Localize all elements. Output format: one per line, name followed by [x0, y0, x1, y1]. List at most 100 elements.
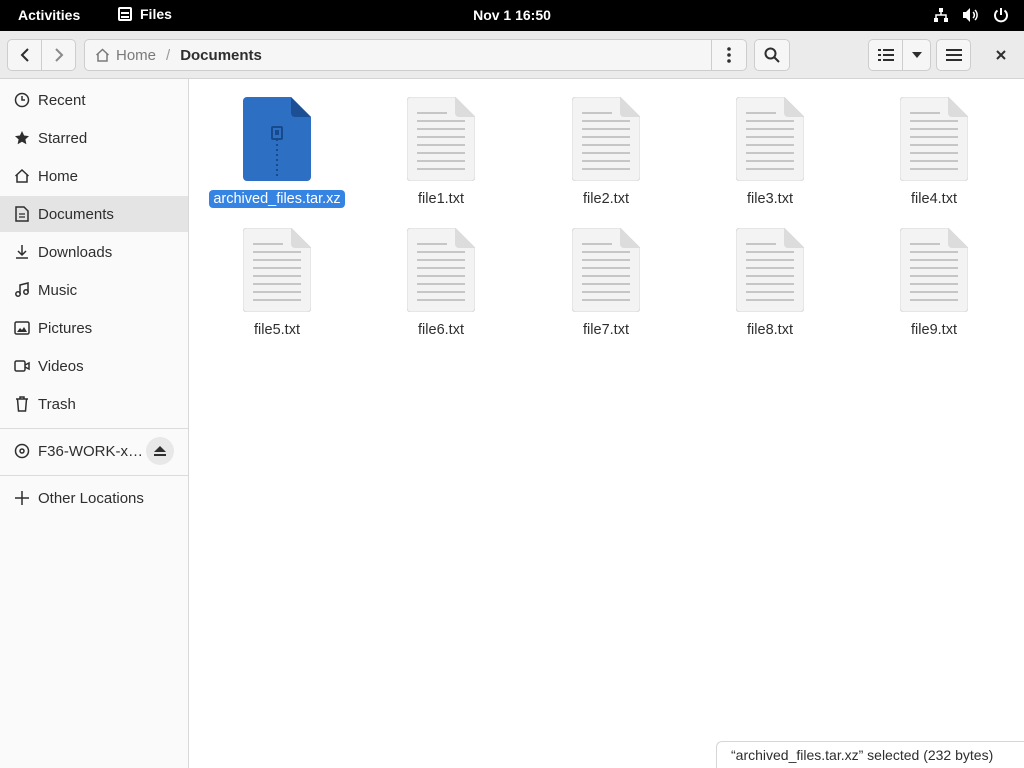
sidebar-item-videos[interactable]: Videos [0, 348, 188, 384]
sidebar-separator [0, 475, 188, 476]
star-icon [14, 130, 30, 146]
text-file-icon [407, 228, 475, 312]
search-button[interactable] [754, 39, 790, 71]
sidebar-item-label: Pictures [38, 319, 93, 337]
sidebar-item-label: Documents [38, 205, 114, 223]
sidebar-item-music[interactable]: Music [0, 272, 188, 308]
close-window-button[interactable] [986, 39, 1016, 71]
sidebar-drive-label: F36-WORK-x… [38, 442, 143, 460]
list-view-button[interactable] [868, 39, 903, 71]
sidebar-item-label: Trash [38, 395, 76, 413]
video-icon [14, 358, 30, 374]
view-options-button[interactable] [902, 39, 931, 71]
file-item-text[interactable]: file3.txt [695, 97, 845, 208]
file-item-text[interactable]: file7.txt [531, 228, 681, 339]
sidebar-item-documents[interactable]: Documents [0, 196, 188, 232]
power-icon [992, 6, 1010, 24]
file-item-text[interactable]: file1.txt [366, 97, 516, 208]
text-file-icon [736, 228, 804, 312]
sidebar-item-home[interactable]: Home [0, 158, 188, 194]
sidebar-item-label: Videos [38, 357, 84, 375]
sidebar-item-other-locations[interactable]: Other Locations [0, 480, 188, 516]
file-name-label: file3.txt [747, 191, 793, 207]
sidebar-item-pictures[interactable]: Pictures [0, 310, 188, 346]
eject-icon [154, 446, 166, 456]
eject-button[interactable] [146, 437, 174, 465]
volume-icon [962, 6, 980, 24]
sidebar-item-label: Recent [38, 91, 86, 109]
file-item-text[interactable]: file5.txt [202, 228, 352, 339]
home-icon [14, 168, 30, 184]
app-menu[interactable]: Files [118, 6, 172, 22]
app-menu-label: Files [140, 6, 172, 22]
top-bar: Activities Files Nov 1 16:50 [0, 0, 1024, 31]
trash-icon [14, 396, 30, 412]
file-name-label: file9.txt [911, 322, 957, 338]
file-item-text[interactable]: file8.txt [695, 228, 845, 339]
chevron-left-icon [20, 48, 29, 62]
sidebar-item-label: Music [38, 281, 78, 299]
text-file-icon [736, 97, 804, 181]
sidebar: Recent Starred Home Documents Downloads … [0, 79, 189, 768]
file-item-text[interactable]: file4.txt [859, 97, 1009, 208]
sidebar-item-downloads[interactable]: Downloads [0, 234, 188, 270]
sidebar-item-label: Home [38, 167, 79, 185]
text-file-icon [243, 228, 311, 312]
sidebar-item-starred[interactable]: Starred [0, 120, 188, 156]
sidebar-separator [0, 428, 188, 429]
main-menu-button[interactable] [936, 39, 971, 71]
text-file-icon [572, 97, 640, 181]
file-name-label: file8.txt [747, 322, 793, 338]
file-item-text[interactable]: file9.txt [859, 228, 1009, 339]
header-bar: Home / Documents [0, 31, 1024, 79]
file-item-text[interactable]: file2.txt [531, 97, 681, 208]
file-name-label: file7.txt [583, 322, 629, 338]
network-icon [932, 6, 950, 24]
forward-button[interactable] [41, 39, 76, 71]
path-menu-button[interactable] [711, 39, 746, 71]
file-name-label: file6.txt [418, 322, 464, 338]
sidebar-item-recent[interactable]: Recent [0, 82, 188, 118]
selection-status: “archived_files.tar.xz” selected (232 by… [716, 741, 1024, 768]
file-item-text[interactable]: file6.txt [366, 228, 516, 339]
text-file-icon [572, 228, 640, 312]
vertical-dots-icon [727, 47, 731, 63]
home-icon [95, 48, 110, 62]
file-name-label: archived_files.tar.xz [209, 190, 345, 208]
breadcrumb-home-label: Home [116, 46, 157, 64]
text-file-icon [407, 97, 475, 181]
back-button[interactable] [7, 39, 42, 71]
system-tray[interactable] [932, 6, 1010, 24]
files-app-icon [118, 7, 132, 21]
chevron-right-icon [54, 48, 63, 62]
document-icon [14, 206, 30, 222]
disc-icon [14, 443, 30, 459]
clock[interactable]: Nov 1 16:50 [473, 7, 551, 23]
picture-icon [14, 320, 30, 336]
search-icon [764, 47, 780, 63]
archive-file-icon [243, 97, 311, 181]
text-file-icon [900, 228, 968, 312]
file-name-label: file5.txt [254, 322, 300, 338]
hamburger-icon [945, 49, 962, 61]
list-view-icon [877, 49, 894, 61]
sidebar-item-trash[interactable]: Trash [0, 386, 188, 422]
activities-button[interactable]: Activities [18, 7, 80, 23]
text-file-icon [900, 97, 968, 181]
music-icon [14, 282, 30, 298]
file-name-label: file4.txt [911, 191, 957, 207]
sidebar-item-label: Starred [38, 129, 88, 147]
breadcrumb-separator: / [166, 46, 171, 64]
download-icon [14, 244, 30, 260]
file-item-archive[interactable]: archived_files.tar.xz [202, 97, 352, 208]
breadcrumb-home[interactable]: Home [85, 47, 156, 64]
close-icon [996, 50, 1006, 60]
sidebar-item-label: Downloads [38, 243, 113, 261]
file-grid: archived_files.tar.xz file1.txt file2.tx… [189, 79, 1024, 768]
clock-icon [14, 92, 30, 108]
breadcrumb-current[interactable]: Documents [180, 47, 262, 64]
sidebar-other-label: Other Locations [38, 489, 144, 507]
chevron-down-icon [911, 52, 922, 58]
file-name-label: file2.txt [583, 191, 629, 207]
path-bar: Home / Documents [84, 39, 747, 71]
